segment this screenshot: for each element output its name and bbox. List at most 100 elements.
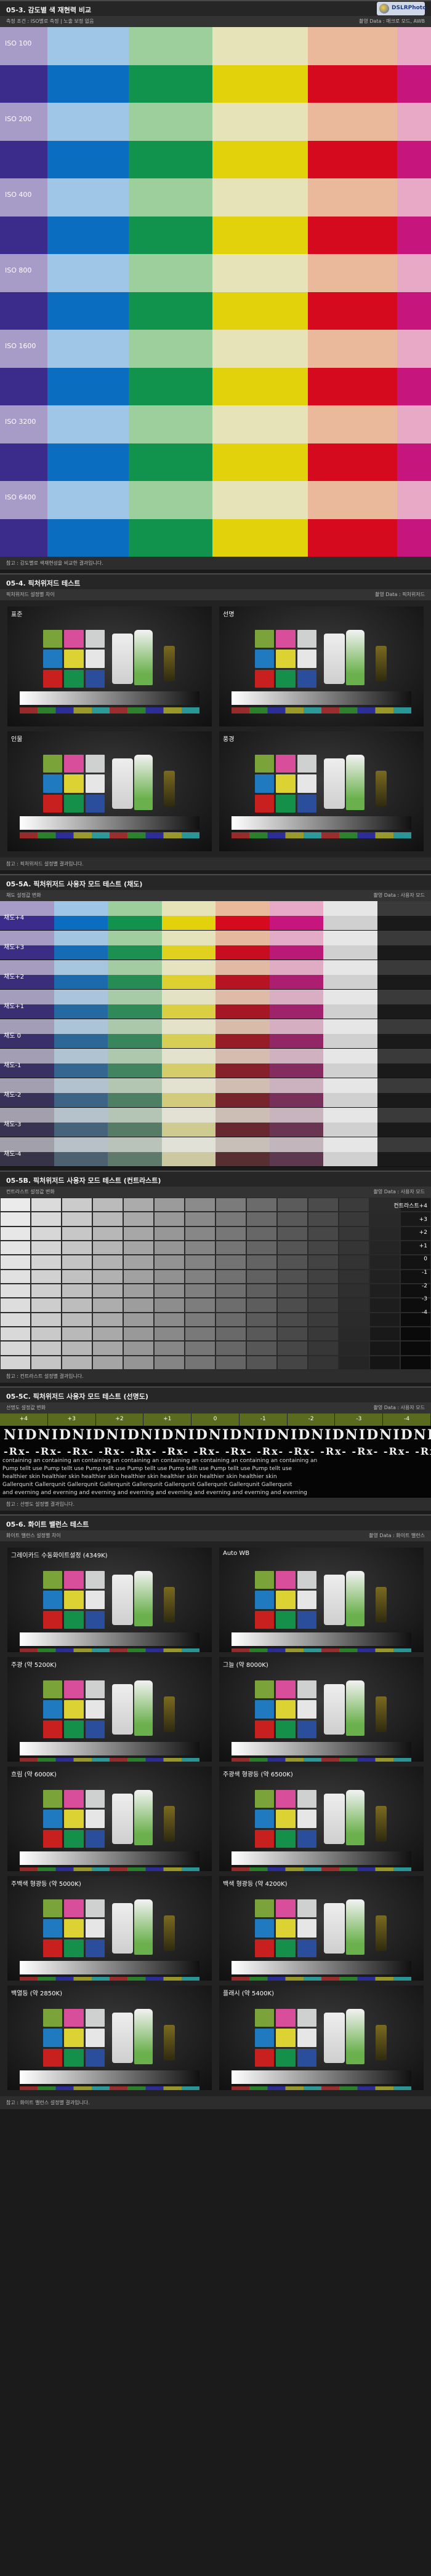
gray-patch (185, 1355, 216, 1370)
color-swatch (212, 443, 308, 481)
color-swatch (397, 178, 431, 217)
color-column (269, 1108, 323, 1137)
gray-patch (92, 1269, 123, 1284)
color-swatch (212, 519, 308, 557)
color-swatch (307, 27, 398, 65)
color-swatch (54, 1019, 108, 1034)
gray-patch (62, 1312, 92, 1327)
color-column (0, 103, 48, 178)
gray-strip (20, 2070, 199, 2084)
color-swatch (377, 901, 431, 916)
gray-patch (308, 1327, 339, 1342)
vial-prop (376, 646, 387, 682)
checker-patch (255, 1829, 275, 1848)
color-column (212, 481, 308, 557)
checker-patch (255, 1790, 275, 1808)
color-swatch (377, 1019, 431, 1034)
color-swatch (47, 27, 129, 65)
checker-patch (43, 1700, 63, 1719)
contrast-section: 05-5B. 픽처위저드 사용자 모드 테스트 (컨트라스트) 컨트라스트 설정… (0, 1171, 431, 1383)
checker-patch (85, 1939, 105, 1957)
gray-patch (339, 1298, 369, 1313)
color-swatch (129, 254, 213, 292)
checker-patch (276, 774, 296, 793)
scene-tile: 표준 (7, 606, 212, 726)
vial-prop (164, 1587, 175, 1623)
iso-row: ISO 400 (0, 178, 431, 254)
color-column (0, 254, 48, 330)
color-swatch (108, 945, 162, 960)
checker-patch (64, 1790, 84, 1808)
gray-patch (92, 1284, 123, 1298)
iso-row: ISO 800 (0, 254, 431, 330)
color-swatch (323, 1019, 377, 1034)
color-swatch (54, 1049, 108, 1063)
checker-patch (64, 1899, 84, 1918)
gray-patch (216, 1284, 246, 1298)
gray-patch (339, 1241, 369, 1255)
color-swatch (307, 178, 398, 217)
color-column (323, 1078, 377, 1107)
gray-patch (123, 1269, 154, 1284)
gray-patch (277, 1198, 308, 1212)
checker-patch (276, 1680, 296, 1699)
checker-patch (276, 1571, 296, 1589)
color-swatch (54, 1092, 108, 1107)
gray-strip (20, 1742, 199, 1755)
color-column (397, 254, 431, 330)
tube-prop (134, 1680, 153, 1736)
gray-patch (154, 1212, 185, 1226)
color-swatch (269, 1019, 323, 1034)
color-swatch (269, 974, 323, 989)
gray-patch (339, 1327, 369, 1342)
bottle-prop (112, 1794, 133, 1844)
gray-patch (31, 1341, 62, 1356)
checker-patch (255, 774, 275, 793)
scene-label: 플래시 (약 5400K) (223, 1990, 274, 1997)
color-column (269, 960, 323, 989)
gray-strip (20, 1632, 199, 1646)
gray-patch (0, 1327, 31, 1342)
gray-patch (123, 1255, 154, 1270)
color-swatch (307, 103, 398, 141)
color-swatch (377, 1078, 431, 1093)
color-swatch (377, 1033, 431, 1048)
gray-patch (277, 1341, 308, 1356)
color-swatch (216, 1122, 270, 1137)
color-swatch (377, 1108, 431, 1123)
gray-patch (123, 1226, 154, 1241)
contrast-level-label: +1 (419, 1242, 427, 1249)
color-swatch (269, 1151, 323, 1166)
color-strip (232, 1867, 411, 1871)
checker-patch (297, 1591, 316, 1609)
color-swatch (212, 405, 308, 443)
color-swatch (397, 519, 431, 557)
checker-patch (85, 650, 105, 668)
gray-strip (232, 1961, 411, 1974)
gray-patch (154, 1255, 185, 1270)
color-column (212, 254, 308, 330)
gray-patch (185, 1198, 216, 1212)
checker-patch (43, 1720, 63, 1738)
gray-patch (216, 1312, 246, 1327)
section-title: 05-5A. 픽처위저드 사용자 모드 테스트 (채도) (0, 874, 431, 890)
gray-patch (62, 1198, 92, 1212)
sharpness-small-text: Gallerqunit Gallerqunit Gallerqunit Gall… (2, 1482, 292, 1488)
gray-patch (339, 1212, 369, 1226)
gray-patch (185, 1312, 216, 1327)
color-swatch (108, 974, 162, 989)
sharpness-small-text: Pump tellt use Pump tellt use Pump tellt… (2, 1466, 292, 1472)
color-swatch (47, 367, 129, 405)
checker-patch (276, 1919, 296, 1938)
sharpness-level: 0 (191, 1413, 240, 1426)
color-column (307, 405, 398, 481)
color-swatch (269, 1137, 323, 1152)
gray-patch (339, 1284, 369, 1298)
section-meta: 촬영 Data : 사용자 모드 (373, 892, 425, 898)
scene-label: 그늘 (약 8000K) (223, 1662, 268, 1669)
color-swatch (323, 1033, 377, 1048)
checker-patch (255, 1571, 275, 1589)
color-column (47, 405, 129, 481)
color-column (212, 330, 308, 405)
color-column (108, 931, 162, 960)
